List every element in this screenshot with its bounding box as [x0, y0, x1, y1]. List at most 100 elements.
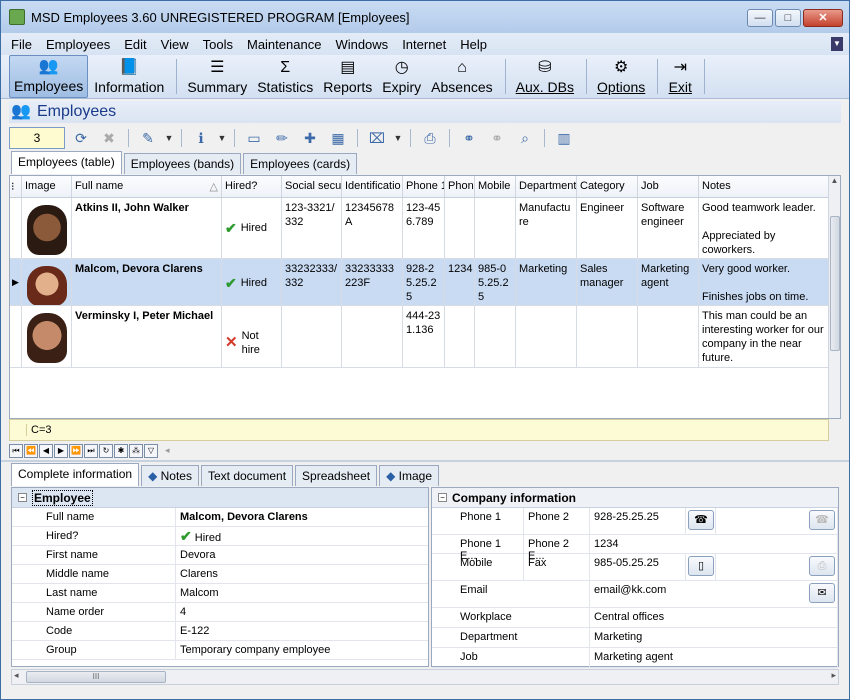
dial-phone-icon[interactable]: ☎	[688, 510, 714, 530]
last-record-icon[interactable]: ⏭	[84, 444, 98, 458]
menu-windows[interactable]: Windows	[335, 37, 388, 52]
table-row[interactable]: Atkins II, John Walker ✔ Hired 123-3321/3…	[10, 198, 830, 259]
toolbar-employees-button[interactable]: 👥 Employees	[9, 55, 89, 98]
toolbar-statistics-button[interactable]: Σ Statistics	[253, 55, 317, 98]
info-dropdown-icon[interactable]: ▼	[217, 133, 227, 143]
fax-icon[interactable]: ⎙	[809, 556, 835, 576]
binoculars-icon[interactable]: ⚭	[457, 127, 481, 149]
prev-record-icon[interactable]: ◀	[39, 444, 53, 458]
menu-employees[interactable]: Employees	[46, 37, 110, 52]
info-icon[interactable]: ℹ	[189, 127, 213, 149]
menu-file[interactable]: File	[11, 37, 32, 52]
col-hired[interactable]: Hired?	[222, 176, 282, 197]
tab-employees-bands[interactable]: Employees (bands)	[123, 153, 242, 174]
dial-phone-disabled-icon[interactable]: ☎	[809, 510, 835, 530]
col-full-name[interactable]: Full name △	[72, 176, 222, 197]
col-phone1[interactable]: Phone 1	[403, 176, 445, 197]
menu-edit[interactable]: Edit	[124, 37, 146, 52]
table-row-selected[interactable]: ▶ Malcom, Devora Clarens ✔ Hired 33232333…	[10, 259, 830, 306]
toolbar-options-button[interactable]: ⚙ Options	[593, 55, 649, 98]
menu-maintenance[interactable]: Maintenance	[247, 37, 321, 52]
mobile-phone-icon[interactable]: ▯	[688, 556, 714, 576]
maximize-button[interactable]: □	[775, 9, 801, 27]
bookmark-icon[interactable]: ✱	[114, 444, 128, 458]
scroll-thumb[interactable]	[830, 216, 840, 351]
field-name-order[interactable]: Name order 4	[12, 603, 428, 622]
toolbar-expiry-button[interactable]: ◷ Expiry	[378, 55, 425, 98]
detail-horizontal-scrollbar[interactable]: ◂ III ▸	[11, 669, 839, 685]
field-last-name[interactable]: Last name Malcom	[12, 584, 428, 603]
pencil-icon[interactable]: ✏	[270, 127, 294, 149]
toolbar-reports-button[interactable]: ▤ Reports	[319, 55, 376, 98]
scroll-left-icon[interactable]: ◂	[14, 670, 19, 681]
splitter[interactable]	[1, 460, 849, 462]
goto-bookmark-icon[interactable]: ⁂	[129, 444, 143, 458]
menu-help[interactable]: Help	[460, 37, 487, 52]
minimize-button[interactable]: —	[747, 9, 773, 27]
toolbar-summary-button[interactable]: ☰ Summary	[183, 55, 251, 98]
magnifier-icon[interactable]: ⌕	[513, 127, 537, 149]
filter-delete-icon[interactable]: ⌧	[365, 127, 389, 149]
columns-icon[interactable]: ▥	[552, 127, 576, 149]
prev-page-icon[interactable]: ⏪	[24, 444, 38, 458]
edit-icon[interactable]: ✎	[136, 127, 160, 149]
scroll-thumb[interactable]: III	[26, 671, 166, 683]
col-department[interactable]: Department	[516, 176, 577, 197]
field-middle-name[interactable]: Middle name Clarens	[12, 565, 428, 584]
employee-group-header[interactable]: − Employee	[12, 488, 428, 508]
grid-vertical-scrollbar[interactable]: ▲	[828, 176, 840, 418]
col-job[interactable]: Job	[638, 176, 699, 197]
col-notes[interactable]: Notes	[699, 176, 830, 197]
table-row[interactable]: Verminsky I, Peter Michael ✕ Not hire 444…	[10, 306, 830, 368]
next-page-icon[interactable]: ⏩	[69, 444, 83, 458]
edit-dropdown-icon[interactable]: ▼	[164, 133, 174, 143]
next-record-icon[interactable]: ▶	[54, 444, 68, 458]
col-social-security[interactable]: Social secu	[282, 176, 342, 197]
menu-internet[interactable]: Internet	[402, 37, 446, 52]
field-code[interactable]: Code E-122	[12, 622, 428, 641]
field-group[interactable]: Group Temporary company employee	[12, 641, 428, 660]
col-identification[interactable]: Identificatio	[342, 176, 403, 197]
collapse-icon[interactable]: −	[18, 493, 27, 502]
tab-image[interactable]: ◆ Image	[379, 465, 440, 486]
tab-notes[interactable]: ◆ Notes	[141, 465, 199, 486]
tab-text-document[interactable]: Text document	[200, 465, 294, 486]
monitor-icon[interactable]: ▭	[242, 127, 266, 149]
company-group-header[interactable]: − Company information	[432, 488, 838, 508]
tab-employees-cards[interactable]: Employees (cards)	[243, 153, 358, 174]
grid-horizontal-scrollbar[interactable]: ◂	[165, 445, 841, 457]
tab-spreadsheet[interactable]: Spreadsheet	[295, 465, 378, 486]
collapse-icon[interactable]: −	[438, 493, 447, 502]
scroll-right-icon[interactable]: ▸	[831, 670, 836, 681]
tab-complete-information[interactable]: Complete information	[11, 463, 140, 486]
close-button[interactable]: ✕	[803, 9, 843, 27]
first-record-icon[interactable]: ⏮	[9, 444, 23, 458]
tab-employees-table[interactable]: Employees (table)	[11, 151, 122, 174]
toolbar-absences-button[interactable]: ⌂ Absences	[427, 55, 496, 98]
refresh-nav-icon[interactable]: ↻	[99, 444, 113, 458]
binoculars-next-icon[interactable]: ⚭	[485, 127, 509, 149]
add-record-icon[interactable]: ✚	[298, 127, 322, 149]
printer-icon[interactable]: ⎙	[418, 127, 442, 149]
toolbar-exit-button[interactable]: ⇥ Exit	[664, 55, 696, 98]
refresh-icon[interactable]: ⟳	[69, 127, 93, 149]
menu-view[interactable]: View	[161, 37, 189, 52]
filter-icon[interactable]: ▽	[144, 444, 158, 458]
send-email-icon[interactable]: ✉	[809, 583, 835, 603]
field-full-name[interactable]: Full name Malcom, Devora Clarens	[12, 508, 428, 527]
menu-tools[interactable]: Tools	[203, 37, 233, 52]
folder-icon[interactable]: ▦	[326, 127, 350, 149]
toolbar-auxdbs-button[interactable]: ⛁ Aux. DBs	[512, 55, 578, 98]
scroll-up-icon[interactable]: ▲	[829, 176, 840, 185]
delete-icon[interactable]: ✖	[97, 127, 121, 149]
field-hired[interactable]: Hired? ✔ Hired	[12, 527, 428, 546]
col-mobile[interactable]: Mobile	[475, 176, 516, 197]
field-first-name[interactable]: First name Devora	[12, 546, 428, 565]
filter-dropdown-icon[interactable]: ▼	[393, 133, 403, 143]
col-phone2[interactable]: Phon	[445, 176, 475, 197]
column-chooser-icon[interactable]: ⁝	[10, 176, 22, 197]
col-category[interactable]: Category	[577, 176, 638, 197]
toolbar-information-button[interactable]: 📘 Information	[90, 55, 168, 98]
mdi-menu-icon[interactable]: ▼	[831, 37, 843, 51]
col-image[interactable]: Image	[22, 176, 72, 197]
